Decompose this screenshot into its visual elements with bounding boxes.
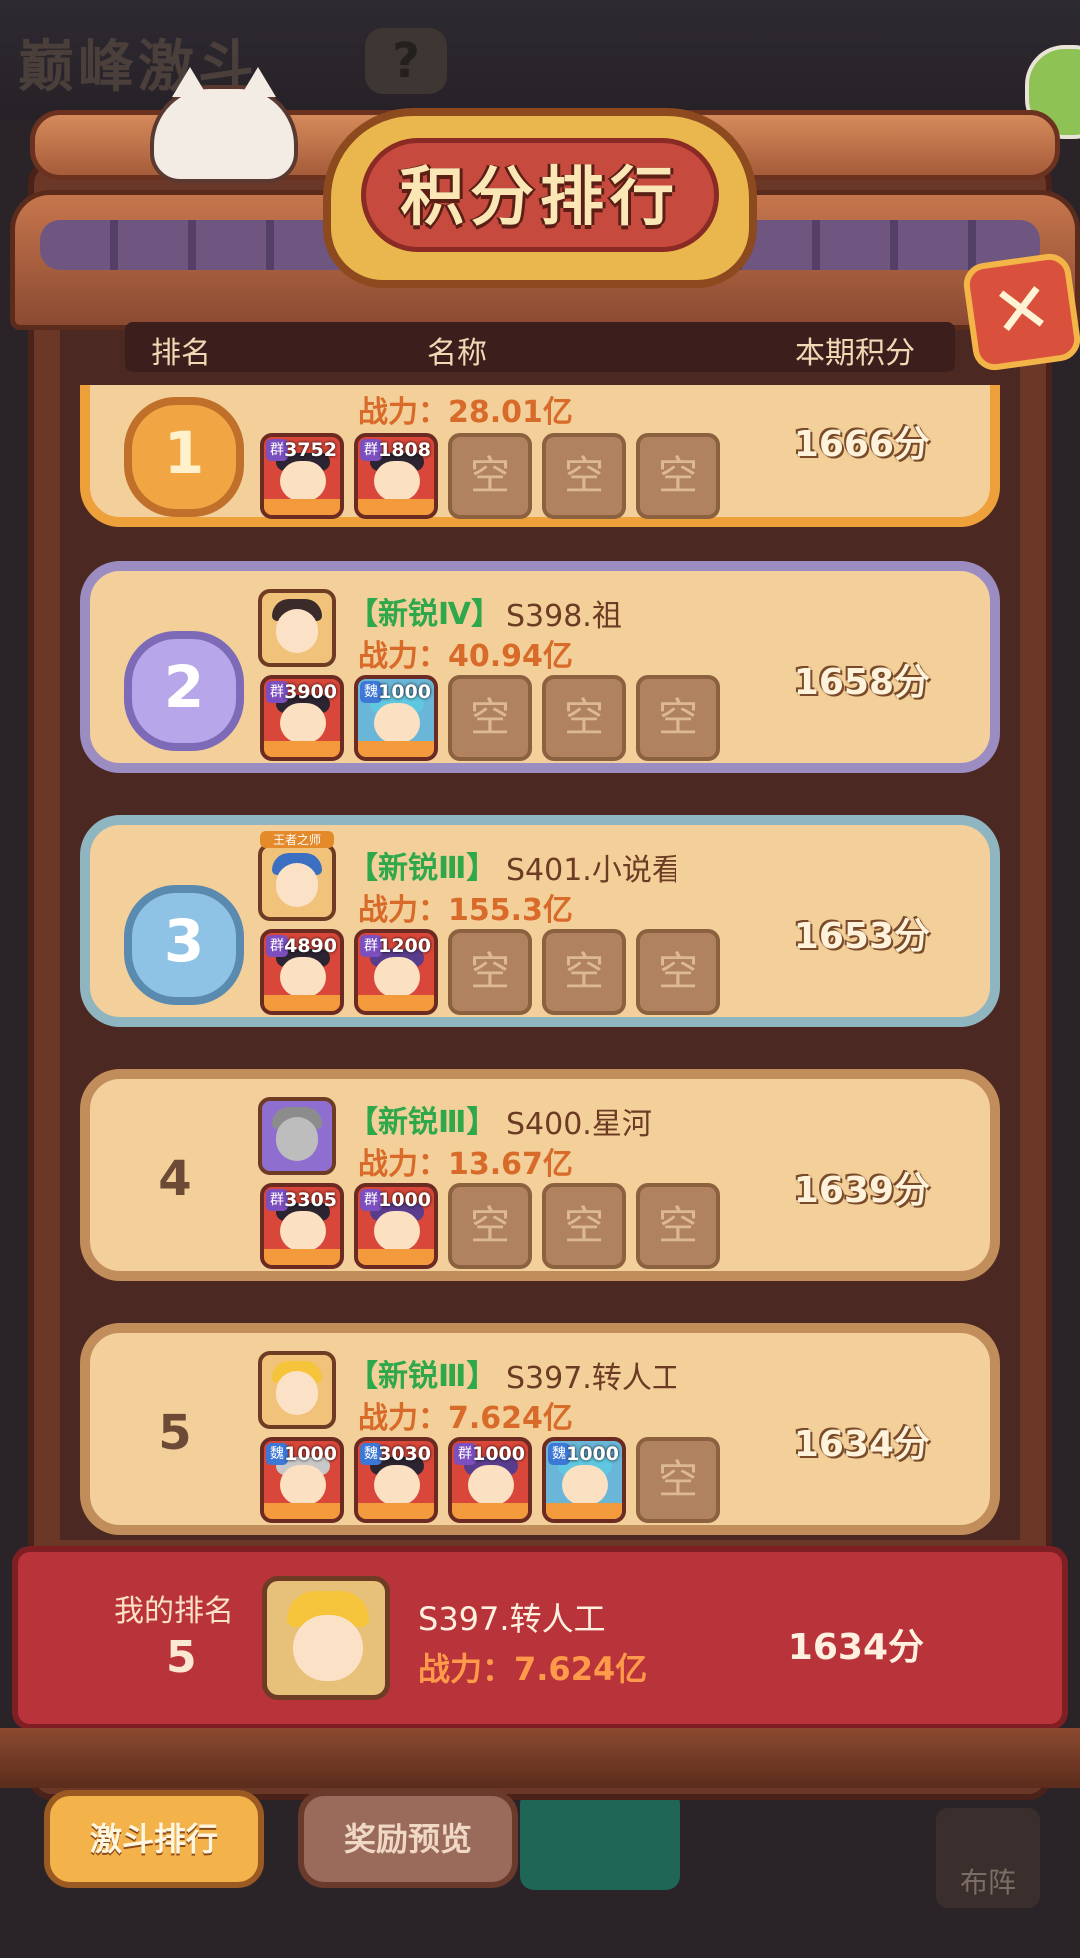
panel-base — [0, 1728, 1080, 1788]
background-button — [520, 1790, 680, 1890]
hero-level: 1000 — [472, 1443, 525, 1465]
hero-slot[interactable]: 魏 1000 — [354, 675, 438, 761]
empty-slot: 空 — [636, 929, 720, 1015]
hero-slot[interactable]: 群 1200 — [354, 929, 438, 1015]
my-player-power: 战力：7.624亿 — [418, 1650, 648, 1688]
player-score: 1666分 — [793, 424, 930, 465]
ranking-list[interactable]: 1 战力：28.01亿 群 3752 群 1808 空 空 空 1666分 2 … — [70, 385, 1010, 1535]
panel-title: 积分排行 — [400, 161, 680, 235]
hero-slot[interactable]: 群 3752 — [260, 433, 344, 519]
empty-slot: 空 — [636, 1183, 720, 1269]
player-power: 战力：13.67亿 — [358, 1147, 573, 1182]
empty-slot: 空 — [636, 1437, 720, 1523]
empty-slot: 空 — [542, 675, 626, 761]
hero-level: 1000 — [378, 1189, 431, 1211]
panel-title-plaque: 积分排行 — [323, 108, 757, 288]
player-power: 战力：155.3亿 — [358, 893, 573, 928]
hero-level: 3305 — [284, 1189, 337, 1211]
rank-number: 4 — [158, 1151, 192, 1207]
player-avatar[interactable] — [258, 589, 336, 667]
empty-slot: 空 — [636, 433, 720, 519]
close-button[interactable]: ✕ — [961, 251, 1080, 373]
ranking-row-2[interactable]: 2 【新锐Ⅳ】 S398.祖 战力：40.94亿 群 3900 魏 1000 空… — [80, 561, 1000, 773]
gold-medal-icon: 1 — [124, 397, 244, 517]
player-avatar[interactable] — [258, 843, 336, 921]
hero-slot[interactable]: 群 1000 — [354, 1183, 438, 1269]
player-tier-tag: 【新锐Ⅲ】 — [348, 851, 497, 886]
hero-level: 1808 — [378, 439, 431, 461]
avatar-title-badge: 王者之师 — [260, 831, 334, 848]
empty-slot: 空 — [542, 929, 626, 1015]
silver-medal-icon: 2 — [124, 631, 244, 751]
player-score: 1639分 — [793, 1170, 930, 1211]
my-rank-bar: 我的排名 5 S397.转人工 战力：7.624亿 1634分 — [12, 1546, 1068, 1730]
hero-slot[interactable]: 群 1000 — [448, 1437, 532, 1523]
cat-mascot-icon — [150, 67, 298, 183]
empty-slot: 空 — [448, 675, 532, 761]
player-power: 战力：7.624亿 — [358, 1401, 573, 1436]
empty-slot: 空 — [542, 433, 626, 519]
player-name: S398.祖 — [506, 599, 622, 634]
hero-level: 1000 — [378, 681, 431, 703]
my-player-name: S397.转人工 — [418, 1600, 606, 1638]
player-name: S401.小说看 — [506, 853, 676, 888]
hero-slot[interactable]: 魏 3030 — [354, 1437, 438, 1523]
hero-slot[interactable]: 群 3900 — [260, 675, 344, 761]
rank-number: 5 — [158, 1405, 192, 1461]
ranking-row-1[interactable]: 1 战力：28.01亿 群 3752 群 1808 空 空 空 1666分 — [80, 385, 1000, 527]
player-name: S400.星河 — [506, 1107, 652, 1142]
formation-button: 布阵 — [936, 1808, 1040, 1908]
player-score: 1634分 — [793, 1424, 930, 1465]
empty-slot: 空 — [448, 433, 532, 519]
empty-slot: 空 — [448, 1183, 532, 1269]
hero-slot[interactable]: 魏 1000 — [542, 1437, 626, 1523]
ranking-row-3[interactable]: 3 王者之师 【新锐Ⅲ】 S401.小说看 战力：155.3亿 群 4890 群… — [80, 815, 1000, 1027]
hero-level: 3752 — [284, 439, 337, 461]
ranking-row-5[interactable]: 5 【新锐Ⅲ】 S397.转人工 战力：7.624亿 魏 1000 魏 3030… — [80, 1323, 1000, 1535]
player-power: 战力：28.01亿 — [358, 395, 573, 430]
my-player-score: 1634分 — [787, 1627, 924, 1668]
player-tier-tag: 【新锐Ⅲ】 — [348, 1105, 497, 1140]
hero-level: 3900 — [284, 681, 337, 703]
player-avatar[interactable] — [258, 1351, 336, 1429]
player-power: 战力：40.94亿 — [358, 639, 573, 674]
empty-slot: 空 — [636, 675, 720, 761]
hero-level: 1000 — [284, 1443, 337, 1465]
hero-slot[interactable]: 群 3305 — [260, 1183, 344, 1269]
header-name: 名称 — [427, 336, 487, 371]
my-rank-number: 5 — [166, 1632, 197, 1683]
tab-ranking[interactable]: 激斗排行 — [44, 1790, 264, 1888]
empty-slot: 空 — [448, 929, 532, 1015]
table-header: 排名 名称 本期积分 — [125, 322, 955, 372]
my-avatar[interactable] — [262, 1576, 390, 1700]
hero-slot[interactable]: 魏 1000 — [260, 1437, 344, 1523]
player-avatar[interactable] — [258, 1097, 336, 1175]
hero-level: 4890 — [284, 935, 337, 957]
player-name: S397.转人工 — [506, 1361, 676, 1396]
hero-level: 1000 — [566, 1443, 619, 1465]
hero-slot[interactable]: 群 1808 — [354, 433, 438, 519]
player-score: 1658分 — [793, 662, 930, 703]
empty-slot: 空 — [542, 1183, 626, 1269]
ranking-row-4[interactable]: 4 【新锐Ⅲ】 S400.星河 战力：13.67亿 群 3305 群 1000 … — [80, 1069, 1000, 1281]
hero-slot[interactable]: 群 4890 — [260, 929, 344, 1015]
player-score: 1653分 — [793, 916, 930, 957]
my-rank-label: 我的排名 — [114, 1594, 234, 1629]
hero-level: 1200 — [378, 935, 431, 957]
player-tier-tag: 【新锐Ⅳ】 — [348, 597, 501, 632]
header-score: 本期积分 — [795, 336, 915, 371]
hero-level: 3030 — [378, 1443, 431, 1465]
bronze-medal-icon: 3 — [124, 885, 244, 1005]
player-tier-tag: 【新锐Ⅲ】 — [348, 1359, 497, 1394]
tab-rewards-preview[interactable]: 奖励预览 — [298, 1790, 518, 1888]
header-rank: 排名 — [151, 336, 211, 371]
